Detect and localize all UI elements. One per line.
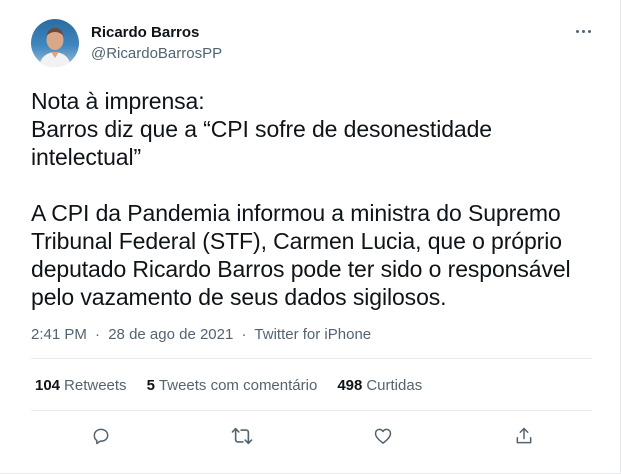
quote-tweets-stat[interactable]: 5 Tweets com comentário bbox=[147, 376, 318, 396]
likes-label: Curtidas bbox=[366, 377, 423, 394]
more-dot bbox=[587, 29, 591, 33]
retweet-icon[interactable] bbox=[229, 423, 255, 449]
author-display-name[interactable]: Ricardo Barros bbox=[91, 23, 222, 42]
tweet-text-line: A CPI da Pandemia informou a ministra do… bbox=[31, 200, 561, 226]
tweet-text-line: Tribunal Federal (STF), Carmen Lucia, qu… bbox=[31, 228, 562, 254]
like-icon[interactable] bbox=[370, 423, 396, 449]
more-dot bbox=[581, 29, 585, 33]
author-names: Ricardo Barros @RicardoBarrosPP bbox=[91, 23, 222, 64]
reply-icon[interactable] bbox=[88, 423, 114, 449]
divider bbox=[31, 410, 592, 411]
quote-tweets-label: Tweets com comentário bbox=[158, 377, 318, 394]
divider bbox=[31, 358, 592, 359]
tweet-text-line: intelectual” bbox=[31, 144, 142, 170]
retweets-stat[interactable]: 104 Retweets bbox=[35, 376, 127, 396]
likes-stat[interactable]: 498 Curtidas bbox=[337, 376, 422, 396]
avatar-portrait bbox=[39, 28, 71, 67]
tweet-stats: 104 Retweets 5 Tweets com comentário 498 Cu… bbox=[35, 376, 442, 396]
more-options-icon[interactable] bbox=[572, 24, 594, 38]
tweet-source[interactable]: Twitter for iPhone bbox=[254, 326, 371, 343]
tweet-header: Ricardo Barros @RicardoBarrosPP bbox=[31, 19, 222, 67]
meta-separator: · bbox=[241, 326, 247, 343]
tweet-actions bbox=[0, 423, 621, 451]
retweets-label: Retweets bbox=[64, 377, 127, 394]
quote-tweets-count: 5 bbox=[146, 377, 155, 394]
more-dot bbox=[575, 29, 579, 33]
share-icon[interactable] bbox=[511, 423, 537, 449]
tweet-text-line: Nota à imprensa: bbox=[31, 88, 205, 114]
tweet-text-line: Barros diz que a “CPI sofre de desonesti… bbox=[31, 116, 492, 142]
tweet-date[interactable]: 28 de ago de 2021 bbox=[108, 326, 233, 343]
tweet-text-line: pelo vazamento de seus dados sigilosos. bbox=[31, 284, 447, 310]
tweet-text-line: deputado Ricardo Barros pode ter sido o … bbox=[31, 256, 571, 282]
tweet-text: Nota à imprensa: Barros diz que a “CPI s… bbox=[31, 87, 601, 311]
meta-separator: · bbox=[95, 326, 101, 343]
likes-count: 498 bbox=[337, 377, 363, 394]
avatar[interactable] bbox=[31, 19, 79, 67]
tweet-card: Ricardo Barros @RicardoBarrosPP Nota à i… bbox=[0, 0, 621, 474]
tweet-time[interactable]: 2:41 PM bbox=[31, 326, 87, 343]
tweet-meta: 2:41 PM · 28 de ago de 2021 · Twitter fo… bbox=[31, 325, 371, 345]
author-handle[interactable]: @RicardoBarrosPP bbox=[91, 44, 222, 64]
retweets-count: 104 bbox=[35, 377, 61, 394]
